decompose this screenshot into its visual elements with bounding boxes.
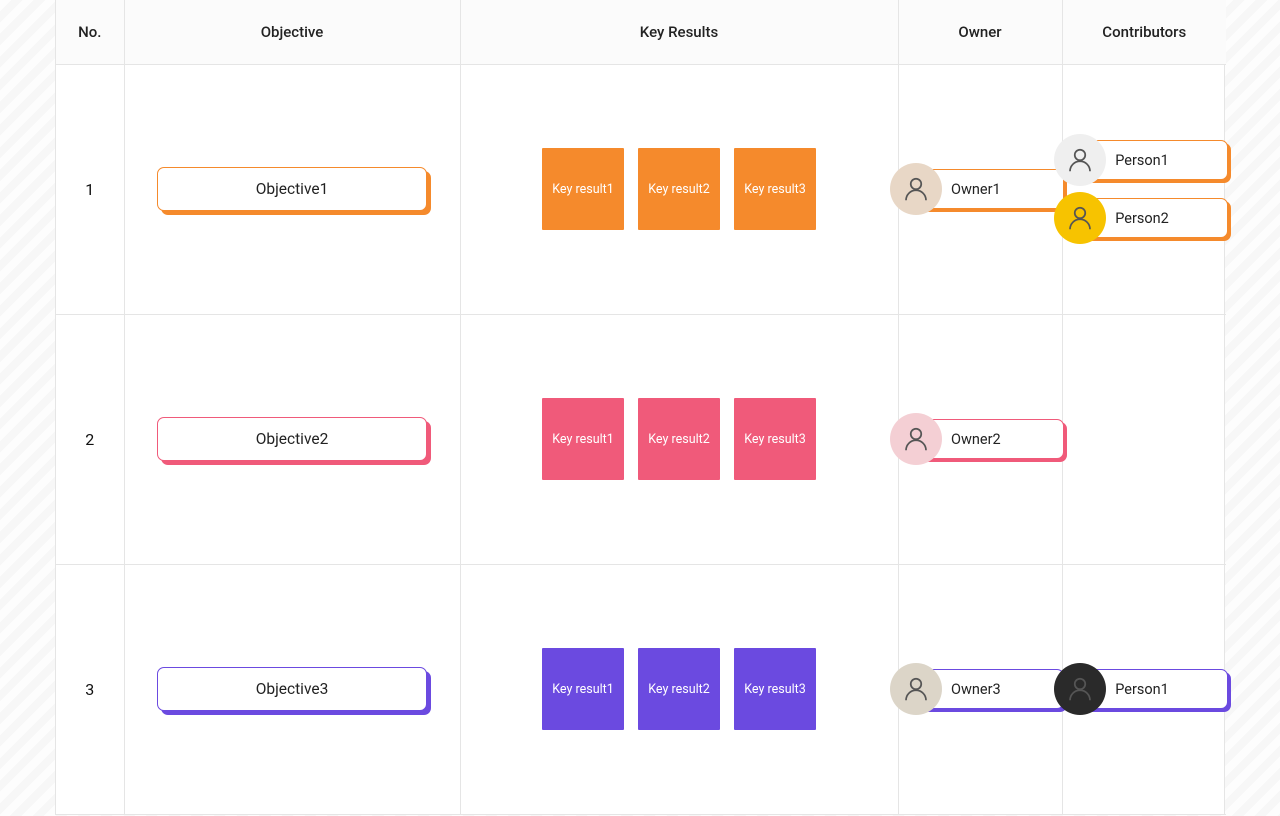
owner-cell: Owner1 [898, 64, 1062, 314]
objective-cell: Objective1 [124, 64, 460, 314]
key-result-tile[interactable]: Key result2 [638, 398, 720, 480]
key-result-tile[interactable]: Key result2 [638, 148, 720, 230]
contributors-cell: Person1 [1062, 564, 1226, 814]
key-result-tile[interactable]: Key result2 [638, 648, 720, 730]
avatar [1054, 663, 1106, 715]
person-pill[interactable]: Person1 [1078, 140, 1228, 180]
person-name: Owner1 [951, 181, 1001, 198]
person-name: Owner2 [951, 431, 1001, 448]
key-result-tile[interactable]: Key result1 [542, 148, 624, 230]
owner-cell: Owner2 [898, 314, 1062, 564]
objective-pill[interactable]: Objective3 [157, 667, 427, 711]
key-result-tile[interactable]: Key result1 [542, 648, 624, 730]
row-number: 1 [56, 64, 124, 314]
objective-pill[interactable]: Objective2 [157, 417, 427, 461]
row-number: 3 [56, 564, 124, 814]
header-key-results: Key Results [460, 0, 898, 64]
owner-cell: Owner3 [898, 564, 1062, 814]
table-row: 2 Objective2 Key result1Key result2Key res… [56, 314, 1226, 564]
header-contributors: Contributors [1062, 0, 1226, 64]
key-result-tile[interactable]: Key result3 [734, 398, 816, 480]
key-result-tile[interactable]: Key result3 [734, 148, 816, 230]
okr-table-container: No. Objective Key Results Owner Contribu… [55, 0, 1225, 815]
person-name: Person1 [1115, 152, 1169, 169]
row-number: 2 [56, 314, 124, 564]
person-name: Person1 [1115, 681, 1169, 698]
key-results-cell: Key result1Key result2Key result3 [460, 564, 898, 814]
key-result-tile[interactable]: Key result3 [734, 648, 816, 730]
person-pill[interactable]: Owner1 [914, 169, 1064, 209]
header-owner: Owner [898, 0, 1062, 64]
key-result-tile[interactable]: Key result1 [542, 398, 624, 480]
person-pill[interactable]: Person1 [1078, 669, 1228, 709]
objective-cell: Objective2 [124, 314, 460, 564]
table-row: 3 Objective3 Key result1Key result2Key res… [56, 564, 1226, 814]
person-pill[interactable]: Owner2 [914, 419, 1064, 459]
person-pill[interactable]: Person2 [1078, 198, 1228, 238]
person-name: Owner3 [951, 681, 1001, 698]
avatar [1054, 134, 1106, 186]
key-results-cell: Key result1Key result2Key result3 [460, 64, 898, 314]
avatar [890, 663, 942, 715]
person-name: Person2 [1115, 210, 1169, 227]
header-no: No. [56, 0, 124, 64]
table-row: 1 Objective1 Key result1Key result2Key res… [56, 64, 1226, 314]
header-objective: Objective [124, 0, 460, 64]
person-pill[interactable]: Owner3 [914, 669, 1064, 709]
table-header: No. Objective Key Results Owner Contribu… [56, 0, 1226, 64]
objective-cell: Objective3 [124, 564, 460, 814]
avatar [890, 413, 942, 465]
objective-pill[interactable]: Objective1 [157, 167, 427, 211]
avatar [1054, 192, 1106, 244]
contributors-cell [1062, 314, 1226, 564]
key-results-cell: Key result1Key result2Key result3 [460, 314, 898, 564]
avatar [890, 163, 942, 215]
contributors-cell: Person1 Person2 [1062, 64, 1226, 314]
okr-table: No. Objective Key Results Owner Contribu… [56, 0, 1226, 815]
